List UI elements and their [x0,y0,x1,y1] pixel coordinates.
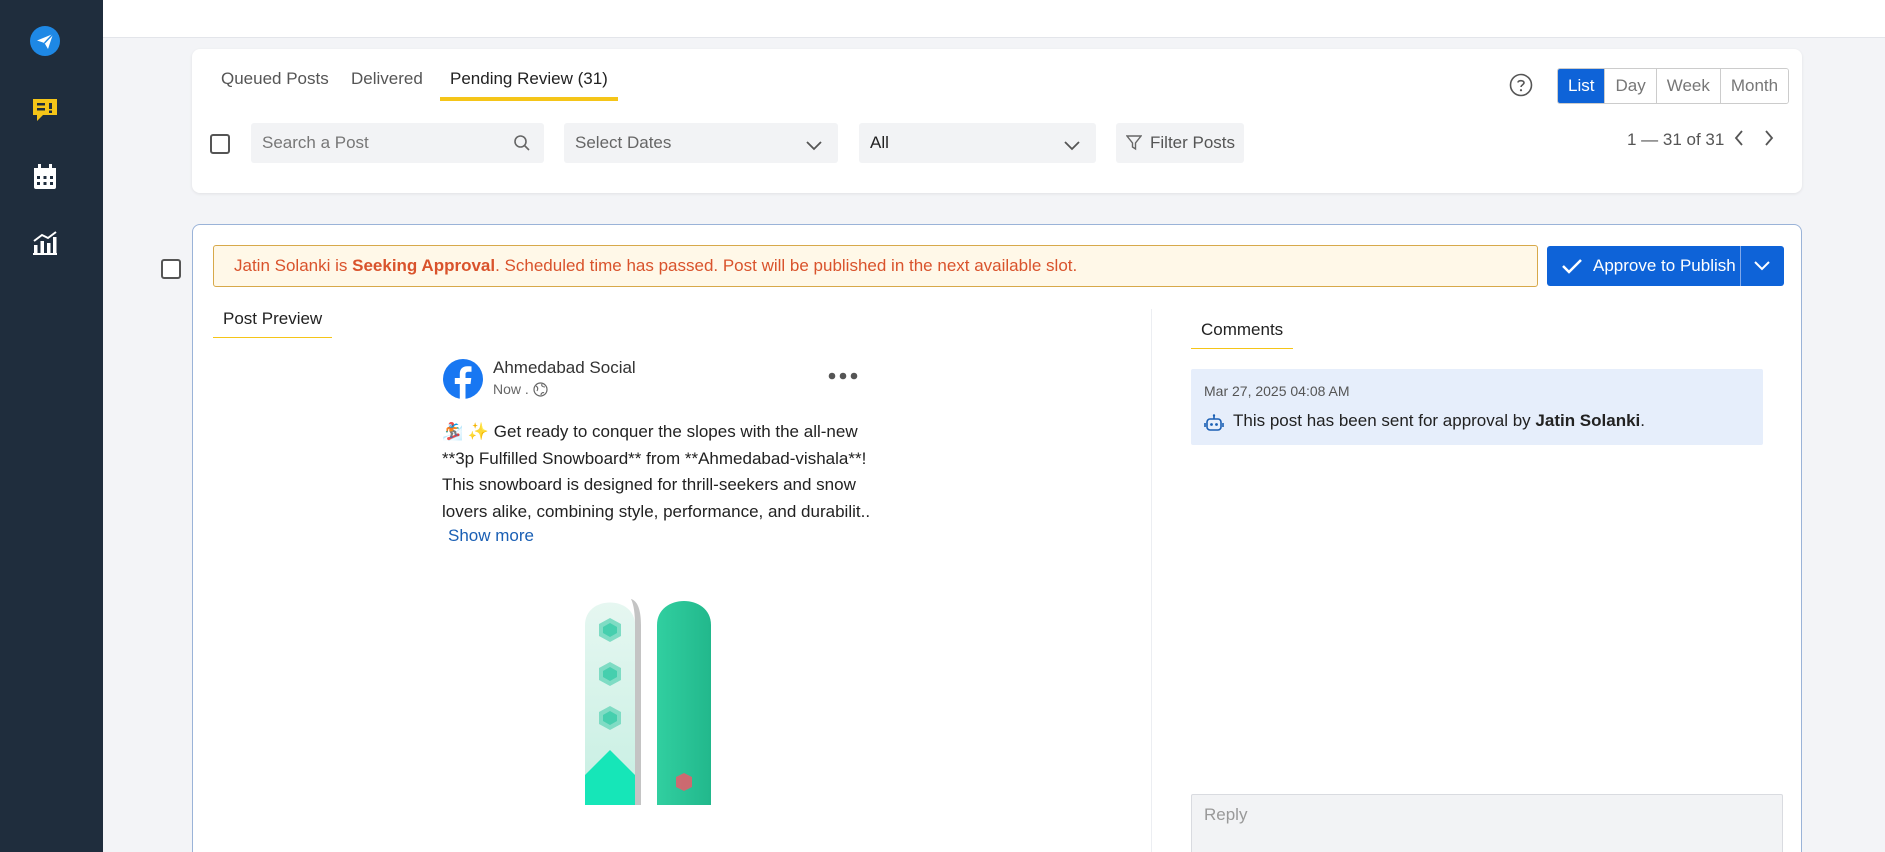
paper-plane-icon[interactable] [28,24,62,58]
page-name: Ahmedabad Social [493,358,636,377]
globe-icon [533,381,548,397]
search-icon[interactable] [513,134,531,157]
more-options-icon[interactable] [828,367,858,385]
alert-is: is [330,256,353,275]
tab-delivered[interactable]: Delivered [351,69,423,99]
approve-label: Approve to Publish [1593,256,1736,275]
comment-end: . [1640,411,1646,430]
pagination-text: 1 — 31 of 31 [1627,130,1725,149]
select-all-checkbox[interactable] [210,134,230,154]
post-meta: Now . [493,381,548,397]
view-day-button[interactable]: Day [1604,69,1656,103]
robot-icon [1204,414,1224,437]
view-month-button[interactable]: Month [1719,69,1789,103]
facebook-icon [442,358,484,405]
post-image [565,595,765,810]
reply-box [1191,794,1783,852]
view-week-button[interactable]: Week [1655,69,1720,103]
post-text-line: 🏂 ✨ Get ready to conquer the slopes with… [442,422,858,441]
comment-message: This post has been sent for approval by [1233,411,1536,430]
approve-main[interactable]: Approve to Publish [1547,246,1741,286]
chevron-right-icon[interactable] [1763,129,1775,152]
feedback-icon[interactable] [28,93,62,127]
tab-queued-posts[interactable]: Queued Posts [221,69,329,99]
chart-icon[interactable] [28,226,62,260]
chevron-left-icon[interactable] [1733,129,1745,152]
tab-comments[interactable]: Comments [1191,320,1294,349]
help-icon[interactable] [1509,73,1533,102]
date-select-label: Select Dates [575,133,672,152]
alert-status: Seeking Approval [352,256,496,275]
post-text-line: This snowboard is designed for thrill-se… [442,475,856,494]
filter-posts-label: Filter Posts [1150,133,1236,152]
tab-post-preview[interactable]: Post Preview [213,309,333,338]
view-switcher: List Day Week Month [1557,68,1790,104]
approval-alert: Jatin Solanki is Seeking Approval. Sched… [213,245,1538,287]
search-box [251,123,544,163]
reply-input[interactable] [1192,795,1782,835]
pending-count: (31) [577,69,608,88]
post-text: 🏂 ✨ Get ready to conquer the slopes with… [442,419,872,525]
filter-panel: Queued Posts Delivered Pending Review (3… [192,49,1802,193]
comment-author: Jatin Solanki [1535,411,1641,430]
view-list-button[interactable]: List [1558,69,1605,103]
check-icon [1562,259,1582,274]
date-select[interactable]: Select Dates [564,123,838,163]
filter-icon [1125,135,1143,156]
tab-pending-review[interactable]: Pending Review (31) [440,69,618,101]
sidebar [0,0,103,852]
chevron-down-icon [806,136,822,156]
approve-options-dropdown[interactable] [1741,246,1783,286]
comment-timestamp: Mar 27, 2025 04:08 AM [1204,383,1350,399]
type-select-value: All [870,133,889,152]
column-divider [1151,309,1152,852]
post-time: Now . [493,381,529,397]
tab-pending-review-label: Pending Review [450,69,573,88]
alert-message: . Scheduled time has passed. Post will b… [495,256,1078,275]
post-select-checkbox[interactable] [161,259,181,279]
filter-posts-button[interactable]: Filter Posts [1116,123,1244,163]
show-more-link[interactable]: Show more [448,526,534,546]
comment-item: Mar 27, 2025 04:08 AM This post has been… [1191,369,1763,445]
post-card: Jatin Solanki is Seeking Approval. Sched… [192,224,1802,852]
calendar-icon[interactable] [28,160,62,194]
chevron-down-icon [1754,261,1770,271]
chevron-down-icon [1064,136,1080,156]
comment-text: This post has been sent for approval by … [1233,411,1645,431]
type-select[interactable]: All [859,123,1096,163]
approve-to-publish-button[interactable]: Approve to Publish [1547,246,1784,286]
search-input[interactable] [251,123,491,163]
alert-author: Jatin Solanki [234,256,331,275]
post-text-line: **3p Fulfilled Snowboard** from **Ahmeda… [442,448,867,468]
post-text-line: lovers alike, combining style, performan… [442,501,871,521]
top-bar [103,0,1885,38]
